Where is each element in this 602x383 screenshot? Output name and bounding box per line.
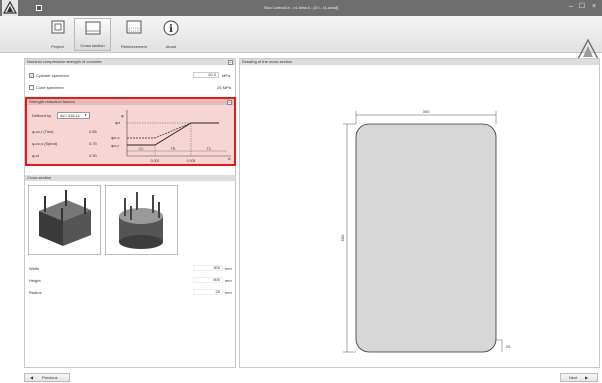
cylinder-checkbox[interactable]: ✓ (29, 73, 34, 78)
drawing-panel: Drawing of the cross section 300 500 25 (239, 58, 600, 368)
arrow-right-icon: ▶ (585, 375, 589, 380)
strain-limit-1: 0.002 (151, 159, 160, 163)
phi-spiral-label: φ-cc,s (Spiral) (32, 141, 58, 146)
height-label: Height (29, 278, 41, 283)
collapse-srf-button[interactable]: « (227, 99, 232, 105)
strength-reduction-title: Strength reduction factors (29, 99, 75, 104)
next-button-label: Next (569, 375, 578, 380)
height-field[interactable]: 500 (193, 277, 223, 283)
concrete-strength-header: Nominal compressive strength of concrete… (25, 59, 235, 65)
tab-cross-section-label: Cross section (80, 43, 105, 48)
tab-about[interactable]: i About (160, 18, 182, 51)
height-dimension-label: 500 (340, 234, 345, 241)
tab-about-label: About (165, 44, 177, 49)
close-button[interactable]: × (589, 2, 599, 12)
rectangular-column-icon (39, 190, 91, 246)
collapse-concrete-button[interactable]: « (228, 59, 233, 65)
rectangular-section-option[interactable] (28, 185, 101, 255)
radius-unit: mm (225, 290, 232, 295)
strength-reduction-header: Strength reduction factors « (27, 99, 234, 105)
defined-by-label: Defined by (32, 113, 52, 118)
previous-button[interactable]: ◀ Previous (24, 373, 70, 382)
svg-text:i: i (169, 24, 173, 35)
title-bar: Sika CarboDur - v1.beta.0 - [D:\...\4-ax… (0, 0, 602, 16)
drawing-title: Drawing of the cross section (242, 59, 293, 64)
cylinder-label: Cylinder specimen (36, 73, 69, 78)
project-icon (51, 20, 64, 34)
cross-section-header: Cross section (25, 175, 235, 181)
reinforcement-icon (126, 20, 142, 34)
tab-cross-section[interactable]: Cross section (74, 18, 111, 51)
chevron-down-icon: ▼ (84, 113, 87, 117)
width-unit: mm (225, 266, 232, 271)
code-select-value: ACI 318-11 (60, 113, 80, 118)
code-select[interactable]: ACI 318-11 ▼ (57, 112, 90, 119)
drawing-header: Drawing of the cross section (240, 59, 599, 65)
phi-tied-value: 0.65 (89, 129, 97, 134)
phi-cct-label: φcc,t (111, 144, 119, 148)
axis-eps-label: εt (228, 157, 231, 161)
next-button[interactable]: Next ▶ (560, 373, 598, 382)
phi-ccs-label: φcc,s (111, 136, 120, 140)
width-label: Width (29, 266, 40, 271)
zone-tc-label: TC (207, 147, 212, 151)
radius-label: Radius (29, 290, 42, 295)
ribbon: Project Cross section Reinforcement i Ab… (0, 16, 602, 63)
cylinder-strength-field[interactable]: 20.0 (193, 72, 219, 78)
zone-cc-label: CC (138, 147, 144, 151)
height-unit: mm (225, 278, 232, 283)
left-panel: Nominal compressive strength of concrete… (24, 58, 236, 368)
zone-tr-label: TR (171, 147, 176, 151)
tab-reinforcement-label: Reinforcement (120, 44, 147, 49)
arrow-left-icon: ◀ (30, 375, 34, 380)
tab-reinforcement[interactable]: Reinforcement (114, 18, 154, 51)
cross-section-icon (85, 21, 100, 35)
width-dimension-label: 300 (423, 109, 430, 114)
previous-button-label: Previous (42, 375, 58, 380)
strain-limit-2: 0.005 (187, 159, 196, 163)
circular-column-icon (119, 192, 163, 249)
circular-section-option[interactable] (105, 185, 178, 255)
cylinder-unit: MPa (222, 73, 231, 78)
phi-tension-value: 0.90 (89, 153, 97, 158)
cube-strength-value: 25 MPa (217, 85, 231, 90)
strength-reduction-panel: Strength reduction factors « Defined by … (25, 97, 236, 166)
cross-section-title: Cross section (27, 175, 52, 180)
window-title: Sika CarboDur - v1.beta.0 - [D:\...\4-ax… (263, 5, 339, 10)
width-field[interactable]: 300 (193, 265, 223, 271)
radius-field[interactable]: 25 (193, 289, 223, 295)
phi-ct-label: φct (115, 121, 120, 125)
tab-project-label: Project (51, 44, 64, 49)
reduction-factor-graph: φ φct φcc,s φcc,t CC TR TC 0.002 0.005 ε… (111, 110, 231, 163)
phi-spiral-value: 0.75 (89, 141, 97, 146)
tab-project[interactable]: Project (45, 18, 70, 51)
maximize-button[interactable]: ☐ (577, 2, 587, 12)
minimize-button[interactable]: – (566, 2, 576, 12)
section-shape (355, 123, 497, 353)
phi-tension-label: φ-ct (32, 153, 40, 158)
cube-label: Cube specimen (36, 85, 64, 90)
cube-checkbox[interactable] (29, 85, 34, 90)
axis-phi-label: φ (121, 113, 124, 118)
cross-section-drawing: 300 500 25 (340, 109, 511, 353)
radius-dimension-label: 25 (506, 344, 511, 349)
concrete-strength-title: Nominal compressive strength of concrete (27, 59, 102, 64)
info-icon: i (163, 20, 179, 36)
phi-tied-label: φ-cc,t (Tied) (32, 129, 54, 134)
